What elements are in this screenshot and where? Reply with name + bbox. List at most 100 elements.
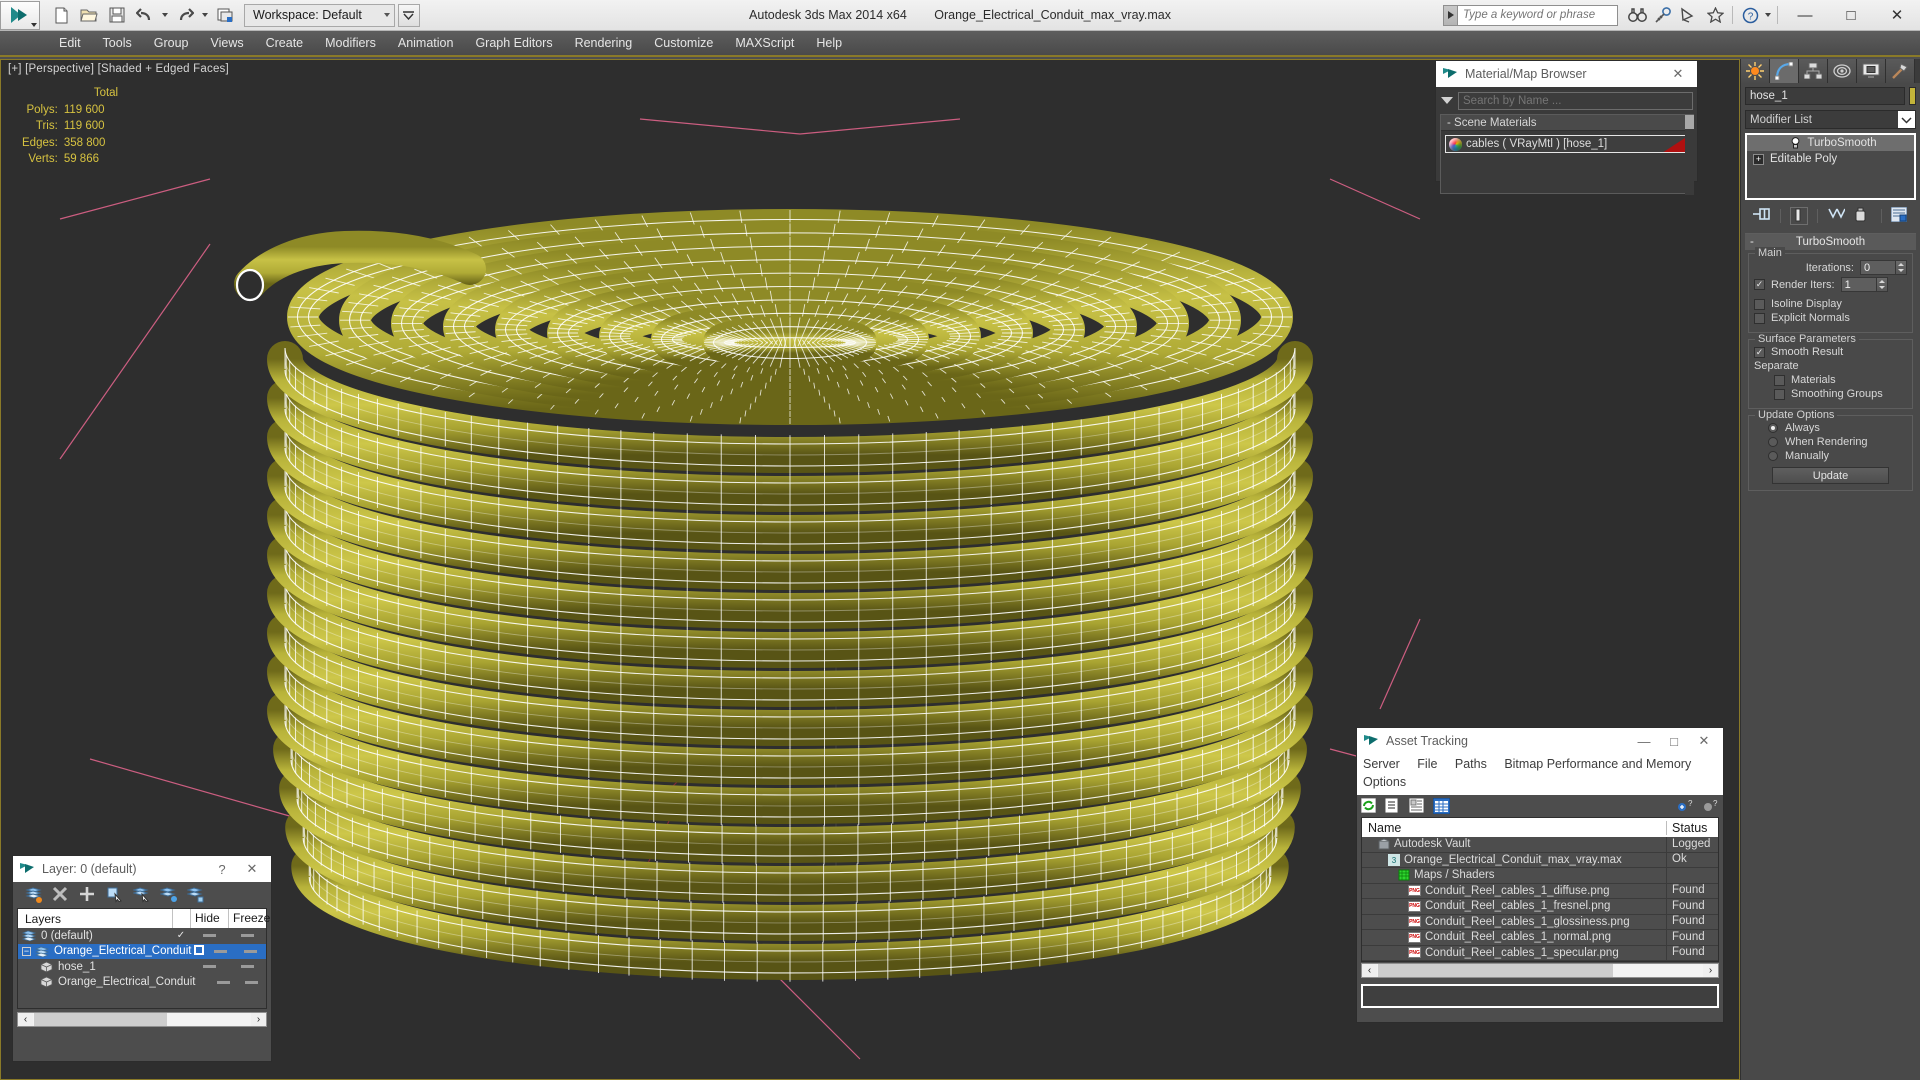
scroll-left-icon[interactable]: ‹ [1362,965,1377,976]
binoculars-icon[interactable] [1624,2,1650,28]
menu-maxscript[interactable]: MAXScript [724,33,805,53]
render-iters-checkbox[interactable]: ✓ [1754,279,1765,290]
menu-animation[interactable]: Animation [387,33,465,53]
iterations-input[interactable] [1860,260,1896,275]
scroll-right-icon[interactable]: › [251,1014,266,1025]
plus-box-icon[interactable]: + [1753,153,1764,165]
make-unique-icon[interactable] [1827,207,1846,225]
configure-modifier-sets-icon[interactable] [1890,206,1909,225]
menu-views[interactable]: Views [199,33,254,53]
create-new-layer-icon[interactable] [25,886,43,904]
layer-row[interactable]: Orange_Electrical_Conduit [18,975,266,991]
menu-modifiers[interactable]: Modifiers [314,33,387,53]
hide-cell[interactable] [206,949,236,953]
render-iters-spinner[interactable] [1840,277,1888,292]
material-list-item[interactable]: cables ( VRayMtl ) [hose_1] [1445,135,1689,153]
menu-edit[interactable]: Edit [48,33,92,53]
table-row[interactable]: PNG Conduit_Reel_cables_1_glossiness.png F… [1362,914,1718,930]
freeze-toggle-dash[interactable] [245,980,259,984]
freeze-cell[interactable] [228,934,266,938]
scroll-thumb[interactable] [1378,964,1613,977]
column-header-hide[interactable]: Hide [190,909,228,928]
motion-tab[interactable] [1828,59,1857,83]
freeze-cell[interactable] [237,980,266,984]
add-selection-icon[interactable] [79,886,97,904]
hide-toggle-dash[interactable] [202,965,216,969]
layer-manager-close-button[interactable]: ✕ [237,857,267,881]
modifier-stack[interactable]: TurboSmooth + Editable Poly [1745,133,1916,200]
layer-manager-window[interactable]: Layer: 0 (default) ? ✕ Layers Hide Freez… [12,855,272,1062]
bulb-icon[interactable] [1790,137,1801,149]
hide-unhide-layer-icon[interactable] [186,886,205,904]
explicit-normals-checkbox[interactable] [1754,312,1765,324]
material-map-browser-window[interactable]: Material/Map Browser ✕ - Scene Materials… [1435,60,1698,195]
update-button[interactable]: Update [1772,467,1889,484]
redo-dropdown-icon[interactable] [202,13,208,17]
chevron-down-icon[interactable] [1898,111,1915,128]
asset-tracking-maximize-button[interactable]: □ [1659,729,1689,753]
minimize-button[interactable]: — [1782,0,1828,31]
column-header-freeze[interactable]: Freeze [228,909,270,928]
smoothing-groups-checkbox[interactable] [1774,388,1785,400]
workspace-dropdown-button[interactable] [397,3,420,27]
hide-toggle-dash[interactable] [214,949,228,953]
at-menu-server[interactable]: Server [1363,756,1400,773]
select-objects-in-layer-icon[interactable] [106,886,124,904]
always-radio[interactable] [1768,423,1778,433]
at-menu-bitmap[interactable]: Bitmap Performance and Memory [1504,756,1691,773]
menu-graph-editors[interactable]: Graph Editors [464,33,563,53]
at-menu-options[interactable]: Options [1363,774,1406,791]
add-asset-help-icon[interactable]: ? [1677,798,1693,814]
at-menu-file[interactable]: File [1417,756,1437,773]
table-row[interactable]: PNG Conduit_Reel_cables_1_diffuse.png Foun… [1362,883,1718,899]
undo-icon[interactable] [132,3,158,27]
current-layer-cell[interactable] [191,944,205,958]
hierarchy-tab[interactable] [1799,59,1828,83]
hide-toggle-dash[interactable] [202,934,216,938]
help-search[interactable] [1443,4,1618,26]
hide-cell[interactable] [209,980,238,984]
table-row[interactable]: PNG Conduit_Reel_cables_1_fresnel.png Foun… [1362,898,1718,915]
render-iters-spin-buttons[interactable] [1876,277,1888,292]
grid-view-icon[interactable] [1432,797,1451,815]
modifier-stack-item-turbosmooth[interactable]: TurboSmooth [1747,135,1914,151]
asset-tracking-minimize-button[interactable]: — [1629,729,1659,753]
filter-dropdown-icon[interactable] [1441,97,1453,104]
isoline-display-checkbox[interactable] [1754,298,1765,310]
freeze-toggle-dash[interactable] [244,949,258,953]
modify-tab[interactable] [1770,59,1799,83]
expander-icon[interactable]: − [22,946,31,956]
details-view-icon[interactable] [1408,797,1425,814]
search-input[interactable] [1458,4,1618,26]
material-scrollbar[interactable] [1685,115,1694,195]
scene-materials-group[interactable]: - Scene Materials [1441,115,1693,131]
render-iters-input[interactable] [1840,277,1877,292]
table-row[interactable]: PNG Conduit_Reel_cables_1_normal.png Found [1362,929,1718,946]
iterations-spin-buttons[interactable] [1896,260,1907,275]
modifier-stack-item-editable-poly[interactable]: + Editable Poly [1747,151,1914,167]
menu-customize[interactable]: Customize [643,33,724,53]
highlight-selected-objects-icon[interactable] [159,886,178,904]
refresh-icon[interactable] [1360,797,1377,814]
search-dropdown-icon[interactable] [1443,4,1458,26]
layer-row[interactable]: hose_1 [18,959,266,975]
smooth-result-checkbox[interactable]: ✓ [1754,346,1765,358]
menu-help[interactable]: Help [805,33,853,53]
select-highlighted-layer-icon[interactable] [132,886,151,904]
new-file-icon[interactable] [48,3,74,27]
set-project-folder-icon[interactable] [212,3,238,27]
when-rendering-radio[interactable] [1768,437,1778,447]
hide-cell[interactable] [190,934,228,938]
object-name-input[interactable] [1745,87,1905,105]
current-layer-cell[interactable]: ✓ [172,930,190,941]
freeze-toggle-dash[interactable] [240,934,254,938]
asset-tracking-close-button[interactable]: ✕ [1689,729,1719,753]
display-tab[interactable] [1857,59,1886,83]
open-file-icon[interactable] [76,3,102,27]
object-color-swatch[interactable] [1909,87,1916,105]
layer-row[interactable]: − Orange_Electrical_Conduit [18,943,266,959]
menu-create[interactable]: Create [255,33,315,53]
app-menu-button[interactable] [0,0,40,30]
pin-stack-icon[interactable] [1752,207,1771,225]
asset-tracking-window[interactable]: Asset Tracking — □ ✕ Server File Paths B… [1356,727,1724,1023]
